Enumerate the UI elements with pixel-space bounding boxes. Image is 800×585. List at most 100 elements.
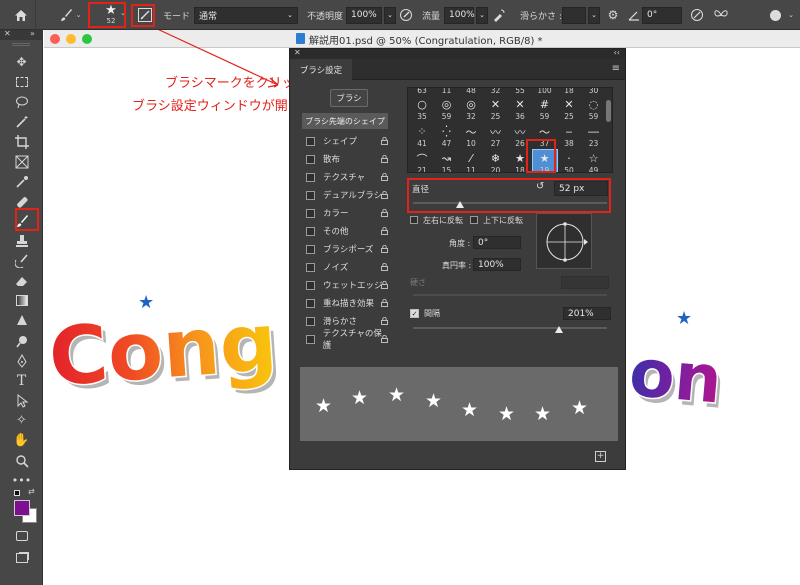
window-close-dot[interactable]: [50, 34, 60, 44]
brush-tip-cell[interactable]: ○ 35: [410, 96, 434, 123]
collapse-icon[interactable]: »: [30, 29, 35, 38]
brush-option-item[interactable]: デュアルブラシ: [302, 186, 388, 204]
flip-y-checkbox[interactable]: [470, 216, 478, 224]
marquee-tool[interactable]: [0, 72, 43, 91]
eraser-tool[interactable]: [0, 271, 43, 290]
brush-tip-cell[interactable]: ☆ 49: [582, 150, 606, 172]
pen-tool[interactable]: [0, 351, 43, 370]
lock-icon[interactable]: [381, 154, 388, 163]
brush-option-checkbox[interactable]: [306, 298, 315, 308]
blur-tool[interactable]: [0, 311, 43, 330]
brush-tip-cell[interactable]: ✕ 36: [508, 96, 532, 123]
brush-option-checkbox[interactable]: [306, 172, 315, 182]
hand-tool[interactable]: ✋: [0, 431, 43, 450]
brush-option-checkbox[interactable]: [306, 208, 315, 218]
symmetry-button[interactable]: [712, 0, 730, 30]
mode-select[interactable]: 通常 ⌄: [194, 6, 298, 24]
lock-icon[interactable]: [381, 334, 388, 343]
collapse-icon[interactable]: ‹‹: [614, 48, 620, 57]
size-slider-thumb[interactable]: [456, 201, 464, 208]
lock-icon[interactable]: [381, 280, 388, 289]
lock-icon[interactable]: [381, 226, 388, 235]
smoothing-dropdown[interactable]: ⌄: [588, 6, 600, 24]
brush-tip-cell[interactable]: ↝ 15: [435, 150, 459, 172]
brush-tip-cell[interactable]: ✕ 25: [557, 96, 581, 123]
crop-tool[interactable]: [0, 132, 43, 151]
custom-shape-tool[interactable]: ✧: [0, 411, 43, 430]
brush-option-item[interactable]: 散布: [302, 150, 388, 168]
spacing-checkbox[interactable]: ✓: [410, 309, 419, 318]
brush-option-item[interactable]: シェイプ: [302, 132, 388, 150]
airbrush-toggle[interactable]: [490, 0, 508, 30]
smoothing-field[interactable]: [562, 6, 586, 24]
flow-field[interactable]: 100%: [444, 6, 475, 24]
brush-option-checkbox[interactable]: [306, 190, 315, 200]
opacity-field[interactable]: 100%: [346, 6, 382, 24]
type-tool[interactable]: T: [0, 371, 43, 390]
close-icon[interactable]: ✕: [294, 48, 301, 57]
brush-option-checkbox[interactable]: [306, 244, 315, 254]
edit-toolbar-button[interactable]: •••: [0, 471, 43, 490]
lasso-tool[interactable]: [0, 92, 43, 111]
pressure-opacity-toggle[interactable]: [397, 0, 415, 30]
brush-option-item[interactable]: ウェットエッジ: [302, 276, 388, 294]
brush-option-item[interactable]: その他: [302, 222, 388, 240]
smoothing-options-button[interactable]: ⚙: [604, 0, 622, 30]
frame-tool[interactable]: [0, 152, 43, 171]
brush-tip-cell[interactable]: ⁛ 47: [435, 123, 459, 150]
brush-option-item[interactable]: テクスチャの保護: [302, 329, 388, 351]
brush-option-item[interactable]: ノイズ: [302, 258, 388, 276]
brush-option-item[interactable]: テクスチャ: [302, 168, 388, 186]
brush-option-checkbox[interactable]: [306, 136, 315, 146]
brush-option-checkbox[interactable]: [306, 262, 315, 272]
brush-tip-cell[interactable]: ⁘ 41: [410, 123, 434, 150]
quick-mask-button[interactable]: [0, 526, 43, 545]
brush-tip-cell[interactable]: ‒ 38: [557, 123, 581, 150]
spacing-slider-thumb[interactable]: [555, 326, 563, 333]
brush-tip-cell[interactable]: ◎ 59: [435, 96, 459, 123]
tool-preset-picker[interactable]: ⌄: [52, 0, 88, 30]
panel-menu-icon[interactable]: ≡: [612, 63, 620, 74]
magic-wand-tool[interactable]: [0, 112, 43, 131]
roundness-field[interactable]: 100%: [473, 258, 521, 271]
brush-tip-cell[interactable]: ― 23: [582, 123, 606, 150]
spacing-slider-track[interactable]: [413, 327, 607, 329]
pressure-size-toggle[interactable]: [688, 0, 706, 30]
spacing-field[interactable]: 201%: [563, 307, 611, 320]
lock-icon[interactable]: [381, 136, 388, 145]
home-button[interactable]: [6, 0, 36, 30]
angle-field[interactable]: 0°: [642, 6, 682, 24]
reset-size-icon[interactable]: ↺: [536, 181, 544, 192]
flow-dropdown[interactable]: ⌄: [476, 6, 488, 24]
lock-icon[interactable]: [381, 298, 388, 307]
brush-tip-grid[interactable]: 63 11 48 32 55 100 18 30 ○ 35 ◎ 59 ◎ 32 ✕ 25 ✕ 36 #59 ✕ 25 ◌ 5…: [407, 87, 613, 173]
gradient-tool[interactable]: [0, 291, 43, 310]
new-brush-preset-button[interactable]: +: [595, 451, 606, 462]
screen-mode-button[interactable]: [0, 548, 43, 567]
brush-option-checkbox[interactable]: [306, 316, 315, 326]
grid-scrollbar[interactable]: [606, 100, 611, 122]
more-options[interactable]: ⌄: [785, 0, 797, 30]
lock-icon[interactable]: [381, 190, 388, 199]
move-tool[interactable]: ✥: [0, 52, 43, 71]
brush-tip-cell[interactable]: ❄ 20: [484, 150, 508, 172]
zoom-tool[interactable]: [0, 451, 43, 470]
clone-stamp-tool[interactable]: [0, 231, 43, 250]
lock-icon[interactable]: [381, 262, 388, 271]
brush-option-checkbox[interactable]: [306, 280, 315, 290]
brush-option-checkbox[interactable]: [306, 226, 315, 236]
default-colors-icon[interactable]: [14, 490, 20, 496]
brush-tip-cell[interactable]: ◎ 32: [459, 96, 483, 123]
brush-presets-button[interactable]: ブラシ: [330, 89, 368, 107]
lock-icon[interactable]: [381, 208, 388, 217]
brush-tip-cell[interactable]: · 50: [557, 150, 581, 172]
path-selection-tool[interactable]: [0, 391, 43, 410]
eyedropper-tool[interactable]: [0, 172, 43, 191]
brush-tip-shape-item[interactable]: ブラシ先端のシェイプ: [302, 113, 388, 129]
brush-option-checkbox[interactable]: [306, 154, 315, 164]
angle-roundness-widget[interactable]: [536, 213, 592, 269]
brush-option-item[interactable]: 重ね描き効果: [302, 294, 388, 312]
brush-option-checkbox[interactable]: [306, 334, 315, 344]
brush-option-item[interactable]: カラー: [302, 204, 388, 222]
lock-icon[interactable]: [381, 172, 388, 181]
